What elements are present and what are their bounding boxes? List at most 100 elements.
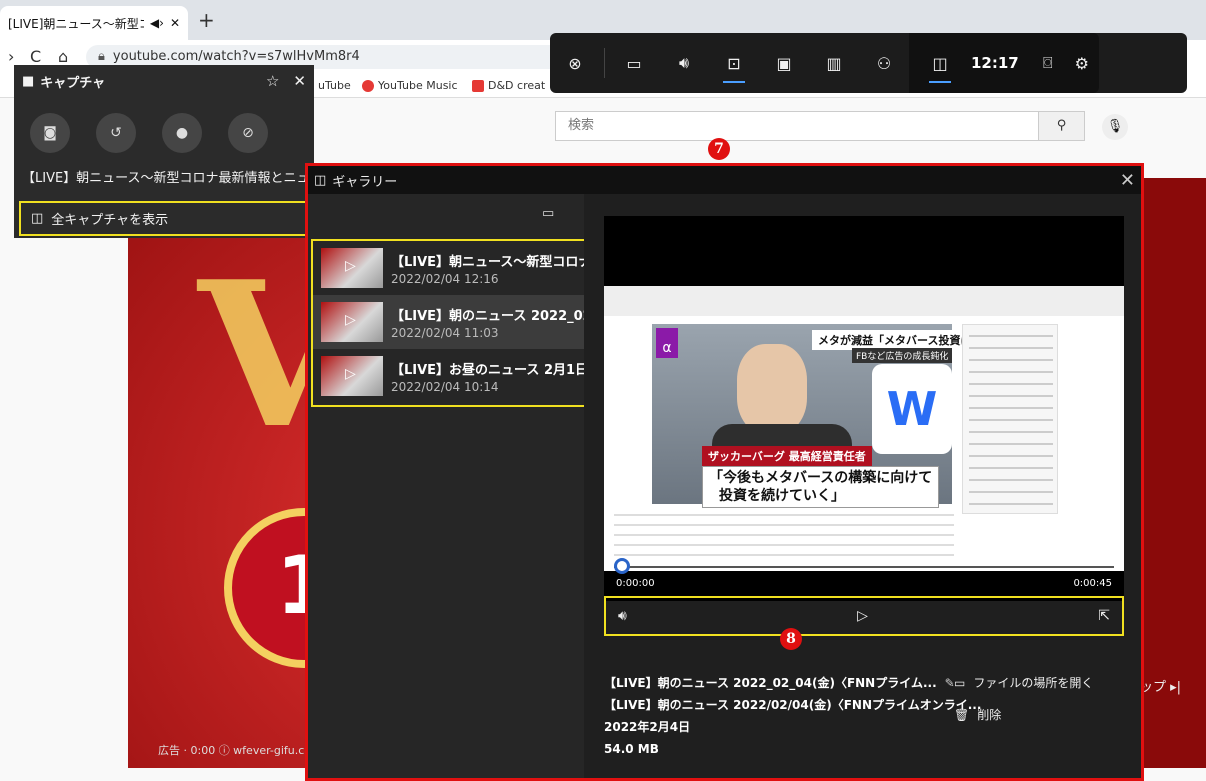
frame-name-caption: ザッカーバーグ 最高経営責任者 — [702, 446, 872, 466]
capture-title: キャプチャ — [40, 75, 106, 91]
meta-logo: W — [872, 364, 952, 454]
scrub-handle[interactable] — [614, 558, 630, 574]
gallery-sidebar: ▭ 【LIVE】朝ニュース～新型コロナ... 2022/02/04 12:16 … — [308, 194, 597, 778]
clock: 12:17 — [971, 54, 1019, 72]
close-tab-icon[interactable]: ✕ — [170, 16, 180, 30]
video-frame: α W メタが減益「メタバース投資は続ける」 FBなど広告の成長鈍化 ザッカーバ… — [604, 286, 1124, 571]
frame-quote: 「今後もメタバースの構築に向けて 投資を続けていく」 — [702, 466, 940, 508]
gallery-window: ◫ ギャラリー ✕ ▭ 【LIVE】朝ニュース～新型コロナ... 2022/02… — [305, 163, 1144, 781]
bookmark-dnd[interactable]: D&D creat — [472, 79, 545, 92]
bookmark-label: YouTube Music — [378, 79, 458, 92]
search-icon[interactable]: ⚲ — [1038, 112, 1084, 140]
search-input[interactable]: 検索 ⚲ — [555, 111, 1085, 141]
microphone-icon[interactable]: 🎙︎ — [1102, 114, 1128, 140]
widget-menu-icon[interactable]: ▭ — [609, 33, 659, 93]
url-text: youtube.com/watch?v=s7wlHvMm8r4 — [112, 49, 360, 64]
item-title: 【LIVE】お昼のニュース 2月1日〈... — [391, 362, 595, 378]
list-item[interactable]: 【LIVE】朝ニュース～新型コロナ... 2022/02/04 12:16 — [313, 241, 595, 295]
open-location-button[interactable]: ▭ ファイルの場所を開く — [954, 672, 1093, 694]
video-thumbnail — [321, 248, 383, 288]
game-bar-right: ◫ 12:17 ⌼ ⚙ — [909, 33, 1099, 93]
video-preview[interactable]: α W メタが減益「メタバース投資は続ける」 FBなど広告の成長鈍化 ザッカーバ… — [604, 216, 1124, 601]
item-date: 2022/02/04 12:16 — [391, 271, 499, 286]
list-item[interactable]: 【LIVE】お昼のニュース 2月1日〈... 2022/02/04 10:14 — [313, 349, 595, 403]
mouse-icon[interactable]: ⌼ — [1031, 33, 1065, 93]
speaker-icon[interactable]: ◀› — [150, 16, 164, 30]
gallery-detail: α W メタが減益「メタバース投資は続ける」 FBなど広告の成長鈍化 ザッカーバ… — [584, 194, 1141, 778]
browser-tab[interactable]: [LIVE]朝ニュース～新型コロナ ◀› ✕ — [0, 6, 188, 40]
game-bar: ⊗ ▭ 🔊︎ ⊡ ▣ ▥ ⚇ ◫ 12:17 ⌼ ⚙ — [550, 33, 1187, 93]
show-all-label: 全キャプチャを表示 — [51, 213, 169, 228]
bookmark-label: D&D creat — [488, 79, 546, 92]
annotation-marker: 8 — [780, 628, 802, 650]
youtube-icon — [472, 79, 484, 92]
record-last-button[interactable]: ↺ — [96, 113, 136, 153]
record-button[interactable]: ● — [162, 113, 202, 153]
annotation-marker: 7 — [708, 138, 730, 160]
volume-icon[interactable]: 🔊︎ — [618, 608, 627, 624]
skip-ad-button[interactable]: ップ ▸| — [1140, 676, 1181, 695]
capture-subtitle: 【LIVE】朝のニュース 2022/02/04(金)〈FNNプライムオンライ..… — [604, 698, 982, 712]
list-item[interactable]: 【LIVE】朝のニュース 2022_02_0... 2022/02/04 11:… — [313, 295, 595, 349]
delete-label: 削除 — [977, 708, 1002, 722]
frame-quote-line1: 「今後もメタバースの構築に向けて — [709, 470, 933, 486]
gallery-icon[interactable]: ◫ — [915, 33, 965, 93]
gallery-icon: ◫ — [31, 211, 44, 226]
player-controls: 🔊︎ ▷ ⇱ — [604, 596, 1124, 636]
camera-icon: ◙ — [43, 125, 57, 141]
gallery-titlebar: ◫ ギャラリー ✕ — [308, 166, 1141, 194]
xbox-icon[interactable]: ⊗ — [550, 33, 600, 93]
gallery-title: ギャラリー — [332, 174, 398, 190]
social-icon[interactable]: ⚇ — [859, 33, 909, 93]
frame-description — [614, 514, 954, 564]
lock-icon: 🔒︎ — [98, 49, 105, 64]
home-icon[interactable]: ⌂ — [58, 47, 68, 66]
item-title: 【LIVE】朝のニュース 2022_02_0... — [391, 308, 595, 324]
frame-chat — [962, 324, 1058, 514]
item-title: 【LIVE】朝ニュース～新型コロナ... — [391, 254, 595, 270]
capture-widget-icon[interactable]: ⊡ — [709, 33, 759, 93]
folder-icon: ▭ — [954, 676, 966, 690]
share-icon[interactable]: ⇱ — [1098, 608, 1110, 624]
tab-title: [LIVE]朝ニュース～新型コロナ — [8, 16, 144, 31]
resources-icon[interactable]: ▥ — [809, 33, 859, 93]
person-head — [737, 344, 807, 434]
capture-title: 【LIVE】朝のニュース 2022_02_04(金)〈FNNプライム... — [604, 676, 937, 690]
youtube-music-icon — [362, 79, 374, 92]
play-icon[interactable]: ▷ — [857, 608, 868, 624]
record-icon: ● — [175, 125, 189, 141]
capture-actions: ▭ ファイルの場所を開く 🗑︎ 削除 — [954, 672, 1093, 736]
frame-quote-line2: 投資を続けていく」 — [719, 488, 845, 504]
delete-button[interactable]: 🗑︎ 削除 — [954, 704, 1093, 726]
last-capture-label[interactable]: 【LIVE】朝ニュース～新型コロナ最新情報とニュース... — [14, 167, 314, 186]
capture-titlebar: ■ キャプチャ ☆ ✕ — [14, 65, 314, 97]
progress-track[interactable] — [614, 566, 1114, 568]
pin-icon[interactable]: ☆ — [266, 72, 279, 90]
screenshot-button[interactable]: ◙ — [30, 113, 70, 153]
frame-browser-bar — [604, 286, 1124, 316]
performance-icon[interactable]: ▣ — [759, 33, 809, 93]
capture-list: 【LIVE】朝ニュース～新型コロナ... 2022/02/04 12:16 【L… — [311, 239, 597, 407]
show-all-captures-button[interactable]: ◫ 全キャプチャを表示 — [19, 201, 311, 236]
open-location-label: ファイルの場所を開く — [973, 676, 1094, 690]
close-icon[interactable]: ✕ — [293, 72, 306, 90]
capture-size: 54.0 MB — [604, 742, 659, 756]
gear-icon[interactable]: ⚙ — [1065, 33, 1099, 93]
folder-icon[interactable]: ▭ — [542, 206, 554, 221]
mic-off-icon: ⊘ — [242, 125, 254, 141]
forward-icon[interactable]: › — [8, 47, 14, 66]
close-icon[interactable]: ✕ — [1120, 170, 1135, 191]
gallery-icon: ◫ — [314, 172, 327, 188]
mic-toggle-button[interactable]: ⊘ — [228, 113, 268, 153]
search-placeholder: 検索 — [568, 118, 595, 133]
bookmark-youtube[interactable]: uTube — [318, 79, 351, 92]
capture-buttons: ◙ ↺ ● ⊘ — [14, 97, 314, 153]
new-tab-icon[interactable]: + — [198, 8, 215, 32]
history-icon: ↺ — [110, 125, 122, 141]
bookmark-youtube-music[interactable]: YouTube Music — [362, 79, 458, 92]
frame-banner-sub: FBなど広告の成長鈍化 — [852, 348, 953, 363]
reload-icon[interactable]: C — [30, 47, 41, 66]
trash-icon: 🗑︎ — [954, 708, 970, 722]
duration: 0:00:45 — [1073, 578, 1112, 589]
audio-icon[interactable]: 🔊︎ — [659, 33, 709, 93]
